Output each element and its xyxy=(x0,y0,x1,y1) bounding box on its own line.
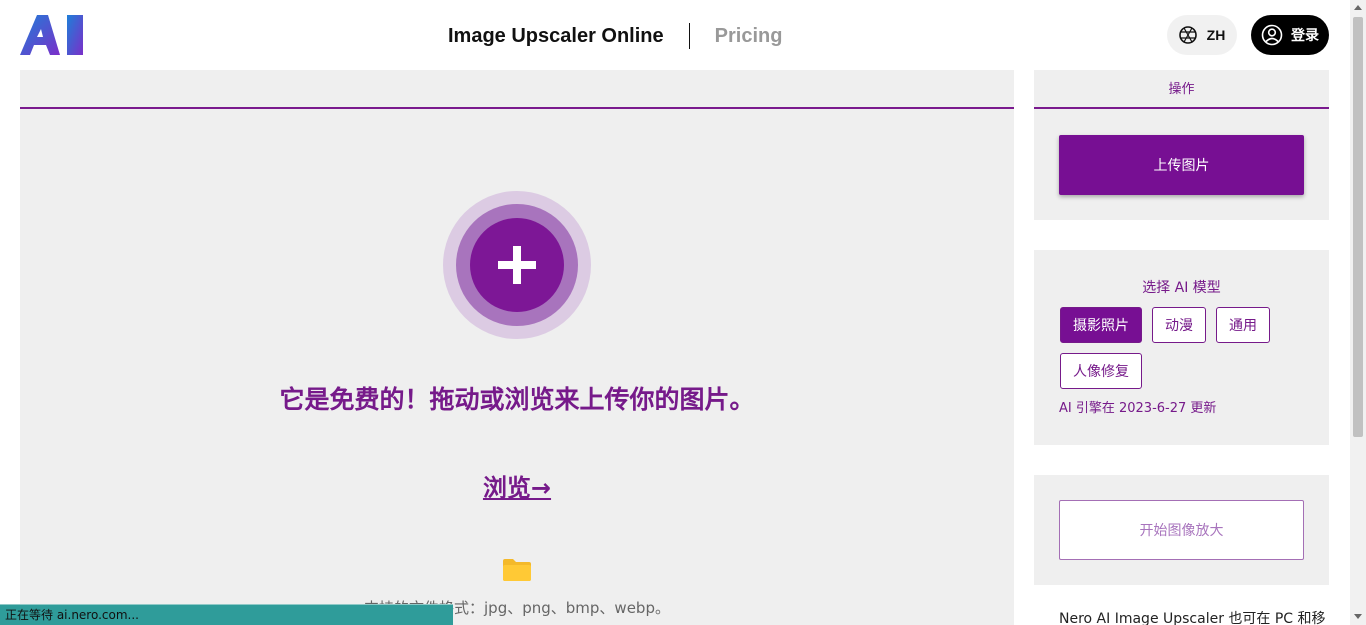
model-portrait-button[interactable]: 人像修复 xyxy=(1060,353,1142,389)
upload-add-button[interactable] xyxy=(443,191,591,339)
nav-divider xyxy=(688,23,690,49)
top-nav: Image Upscaler Online Pricing xyxy=(448,22,782,50)
nav-pricing[interactable]: Pricing xyxy=(715,25,783,48)
upload-headline: 它是免费的！拖动或浏览来上传你的图片。 xyxy=(279,385,755,414)
scroll-up-arrow-icon[interactable] xyxy=(1354,5,1362,10)
folder-icon xyxy=(503,559,531,581)
start-upscale-button[interactable]: 开始图像放大 xyxy=(1059,500,1304,560)
scroll-thumb[interactable] xyxy=(1353,17,1363,437)
model-photo-button[interactable]: 摄影照片 xyxy=(1060,307,1142,343)
language-button[interactable]: ZH xyxy=(1167,15,1237,55)
browser-status-bar: 正在等待 ai.nero.com... xyxy=(0,604,453,625)
actions-card: 操作 上传图片 xyxy=(1034,70,1329,220)
ai-logo-icon xyxy=(20,15,83,55)
engine-update-note: AI 引擎在 2023-6-27 更新 xyxy=(1059,401,1217,416)
login-button[interactable]: 登录 xyxy=(1251,15,1329,55)
nav-image-upscaler[interactable]: Image Upscaler Online xyxy=(448,25,664,48)
upload-panel-topbar xyxy=(20,70,1014,109)
language-label: ZH xyxy=(1206,27,1226,43)
page: Image Upscaler Online Pricing ZH 登录 它是免费… xyxy=(0,0,1366,625)
model-general-button[interactable]: 通用 xyxy=(1216,307,1270,343)
login-label: 登录 xyxy=(1291,28,1319,44)
actions-title: 操作 xyxy=(1034,70,1329,109)
header: Image Upscaler Online Pricing ZH 登录 xyxy=(0,0,1350,70)
plus-icon xyxy=(498,246,536,284)
page-scrollbar[interactable] xyxy=(1350,0,1366,625)
start-card: 开始图像放大 xyxy=(1034,475,1329,585)
browse-link[interactable]: 浏览→ xyxy=(20,468,1014,503)
globe-icon xyxy=(1178,26,1197,44)
model-anime-button[interactable]: 动漫 xyxy=(1152,307,1206,343)
model-card: 选择 AI 模型 摄影照片 动漫 通用 人像修复 AI 引擎在 2023-6-2… xyxy=(1034,250,1329,445)
promo-text: Nero AI Image Upscaler 也可在 PC 和移 xyxy=(1059,611,1326,625)
logo[interactable] xyxy=(20,15,84,55)
upload-image-button[interactable]: 上传图片 xyxy=(1059,135,1304,195)
upload-dropzone[interactable]: 它是免费的！拖动或浏览来上传你的图片。 浏览→ 支持的文件格式：jpg、png、… xyxy=(20,70,1014,625)
user-icon xyxy=(1261,24,1283,46)
model-title: 选择 AI 模型 xyxy=(1142,280,1221,296)
scroll-down-arrow-icon[interactable] xyxy=(1354,614,1362,619)
